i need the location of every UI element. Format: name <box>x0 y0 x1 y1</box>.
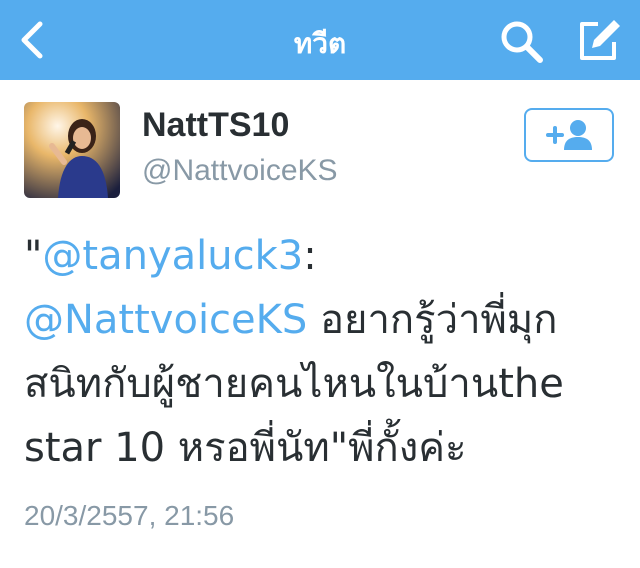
page-title: ทวีต <box>293 27 347 60</box>
tweet-text-segment: อยากรู้ว่าพี่มุก <box>307 297 558 343</box>
quote-mark: " <box>24 233 43 279</box>
compose-button[interactable] <box>576 16 622 64</box>
tweet-timestamp: 20/3/2557, 21:56 <box>24 500 235 531</box>
tweet-text: "@tanyaluck3: @NattvoiceKS อยากรู้ว่าพี่… <box>24 224 624 480</box>
search-button[interactable] <box>500 20 544 64</box>
tweet-text-line: star 10 หรอพี่นัท"พี่กั้งค่ะ <box>24 416 624 480</box>
tweet-text-segment: : <box>303 233 317 279</box>
tweet-text-line: สนิทกับผู้ชายคนไหนในบ้านthe <box>24 352 624 416</box>
tweet-text-segment: สนิทกับผู้ชายคนไหนในบ้านthe <box>24 361 564 407</box>
top-navigation-bar: ทวีต <box>0 0 640 80</box>
mention-link[interactable]: @tanyaluck3 <box>42 233 303 279</box>
avatar[interactable] <box>24 102 120 198</box>
add-user-icon <box>546 120 592 150</box>
tweet-text-line: @NattvoiceKS อยากรู้ว่าพี่มุก <box>24 288 624 352</box>
avatar-image <box>24 102 120 198</box>
author-handle[interactable]: @NattvoiceKS <box>142 154 338 188</box>
tweet-text-line: "@tanyaluck3: <box>24 224 624 288</box>
search-icon <box>501 21 543 63</box>
tweet-text-segment: star 10 หรอพี่นัท"พี่กั้งค่ะ <box>24 425 467 471</box>
mention-link[interactable]: @NattvoiceKS <box>24 297 307 343</box>
compose-icon <box>580 20 620 60</box>
author-display-name[interactable]: NattTS10 <box>142 106 289 145</box>
follow-button[interactable] <box>524 108 614 162</box>
